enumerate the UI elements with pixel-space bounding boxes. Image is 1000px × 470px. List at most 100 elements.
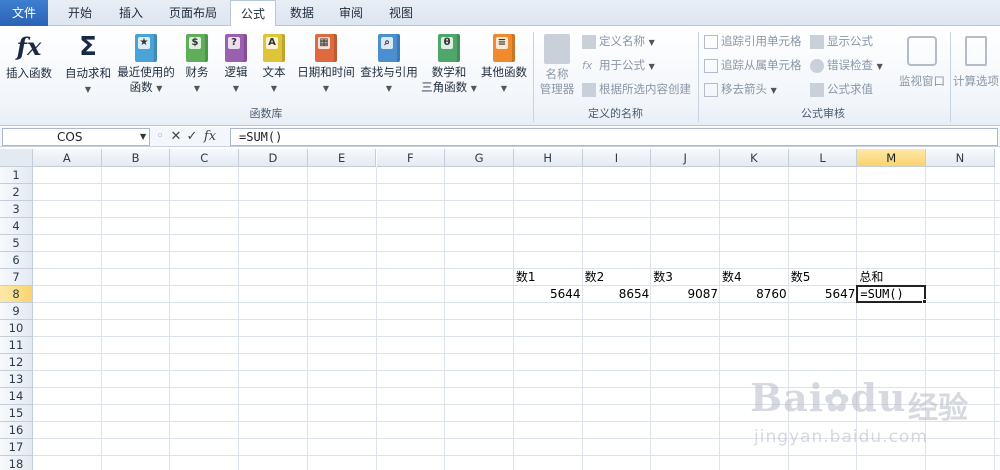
show-formulas-button[interactable]: 显示公式 [810, 30, 873, 52]
gridline-horizontal [33, 234, 1000, 235]
column-header-f[interactable]: F [376, 149, 446, 167]
cell-header-h7[interactable]: 数1 [514, 269, 583, 286]
define-name-button[interactable]: 定义名称 ▼ [582, 30, 655, 52]
column-header-m[interactable]: M [857, 149, 927, 167]
tab-view[interactable]: 视图 [378, 0, 424, 26]
insert-function-button[interactable]: fx 插入函数 [2, 30, 56, 81]
trace-dependents-icon [704, 58, 718, 73]
column-header-n[interactable]: N [926, 149, 995, 167]
cell-header-j7[interactable]: 数3 [651, 269, 720, 286]
name-manager-button[interactable]: 名称 管理器 [536, 30, 578, 97]
row-header-1[interactable]: 1 [0, 167, 33, 184]
more-functions-label: 其他函数 [481, 65, 527, 79]
cell-value-i8[interactable]: 8654 [583, 286, 652, 303]
tab-page-layout[interactable]: 页面布局 [158, 0, 228, 26]
formula-bar-buttons: ◦ ✕ ✓ fx [152, 128, 228, 146]
trace-precedents-button[interactable]: 追踪引用单元格 [704, 30, 802, 52]
trace-dependents-button[interactable]: 追踪从属单元格 [704, 54, 802, 76]
create-from-selection-button[interactable]: 根据所选内容创建 [582, 78, 691, 100]
row-header-16[interactable]: 16 [0, 422, 33, 439]
cell-value-j8[interactable]: 9087 [651, 286, 720, 303]
dropdown-caret-icon: ▼ [84, 85, 92, 94]
row-header-17[interactable]: 17 [0, 439, 33, 456]
financial-label: 财务 [185, 65, 209, 79]
formula-input[interactable]: =SUM() [230, 128, 998, 146]
row-header-5[interactable]: 5 [0, 235, 33, 252]
select-all-corner[interactable] [0, 149, 33, 167]
row-header-12[interactable]: 12 [0, 354, 33, 371]
fx-small-icon: fx [582, 58, 593, 72]
column-header-c[interactable]: C [170, 149, 240, 167]
row-header-3[interactable]: 3 [0, 201, 33, 218]
tab-review[interactable]: 审阅 [328, 0, 374, 26]
remove-arrows-button[interactable]: 移去箭头 ▼ [704, 78, 777, 100]
recently-used-button[interactable]: ★ 最近使用的 函数 ▼ [116, 30, 176, 96]
column-header-i[interactable]: I [582, 149, 652, 167]
enter-icon[interactable]: ✓ [184, 128, 200, 146]
column-header-b[interactable]: B [101, 149, 171, 167]
tab-data[interactable]: 数据 [280, 0, 324, 26]
row-header-14[interactable]: 14 [0, 388, 33, 405]
name-box[interactable]: COS [2, 128, 150, 146]
dropdown-caret-icon: ▼ [876, 62, 883, 71]
row-header-13[interactable]: 13 [0, 371, 33, 388]
column-header-j[interactable]: J [651, 149, 720, 167]
cell-value-h8[interactable]: 5644 [514, 286, 583, 303]
autosum-button[interactable]: Σ 自动求和 ▼ [60, 30, 116, 97]
cell-header-k7[interactable]: 数4 [720, 269, 789, 286]
cell-header-i7[interactable]: 数2 [583, 269, 652, 286]
financial-button[interactable]: $ 财务 ▼ [178, 30, 216, 96]
row-header-11[interactable]: 11 [0, 337, 33, 354]
row-header-10[interactable]: 10 [0, 320, 33, 337]
cell-value-l8[interactable]: 5647 [789, 286, 858, 303]
column-header-e[interactable]: E [307, 149, 377, 167]
name-box-dropdown-icon[interactable]: ▼ [140, 128, 150, 146]
cancel-icon[interactable]: ✕ [168, 128, 184, 146]
formula-bar-splitter-icon[interactable]: ◦ [152, 128, 168, 146]
active-cell-editor[interactable]: =SUM() [858, 286, 903, 303]
watch-window-button[interactable]: 监视窗口 [896, 30, 948, 89]
column-header-a[interactable]: A [33, 149, 102, 167]
row-header-4[interactable]: 4 [0, 218, 33, 235]
row-header-2[interactable]: 2 [0, 184, 33, 201]
gridline-horizontal [33, 200, 1000, 201]
column-header-g[interactable]: G [445, 149, 514, 167]
error-checking-button[interactable]: 错误检查 ▼ [810, 54, 883, 76]
row-header-7[interactable]: 7 [0, 269, 33, 286]
row-header-8[interactable]: 8 [0, 286, 33, 303]
row-header-15[interactable]: 15 [0, 405, 33, 422]
cell-value-k8[interactable]: 8760 [720, 286, 789, 303]
watermark-url: jingyan.baidu.com [754, 427, 928, 447]
math-trig-button[interactable]: θ 数学和 三角函数 ▼ [420, 30, 478, 96]
calculation-options-button[interactable]: 计算选项 [952, 30, 1000, 89]
column-header-k[interactable]: K [720, 149, 789, 167]
more-functions-button[interactable]: ≡ 其他函数 ▼ [478, 30, 530, 96]
tab-formulas[interactable]: 公式 [230, 0, 276, 27]
row-header-18[interactable]: 18 [0, 456, 33, 470]
fill-handle[interactable] [922, 299, 928, 304]
tab-file[interactable]: 文件 [0, 0, 48, 26]
datetime-button[interactable]: ▦ 日期和时间 ▼ [296, 30, 356, 96]
evaluate-formula-button[interactable]: 公式求值 [810, 78, 873, 100]
column-header-l[interactable]: L [788, 149, 858, 167]
lookup-reference-button[interactable]: ⌕ 查找与引用 ▼ [358, 30, 420, 96]
active-cell-m8[interactable]: =SUM() [856, 285, 927, 303]
column-header-d[interactable]: D [239, 149, 308, 167]
logical-button[interactable]: ? 逻辑 ▼ [218, 30, 254, 96]
row-header-6[interactable]: 6 [0, 252, 33, 269]
insert-function-label: 插入函数 [6, 66, 52, 80]
row-header-9[interactable]: 9 [0, 303, 33, 320]
cell-header-m7[interactable]: 总和 [857, 269, 926, 286]
group-label-function-library: 函数库 [249, 107, 283, 120]
text-functions-button[interactable]: A 文本 ▼ [256, 30, 292, 96]
tab-insert[interactable]: 插入 [108, 0, 154, 26]
column-header-h[interactable]: H [513, 149, 583, 167]
cell-header-l7[interactable]: 数5 [789, 269, 858, 286]
tab-home[interactable]: 开始 [56, 0, 104, 26]
evaluate-formula-label: 公式求值 [827, 82, 873, 96]
dropdown-caret-icon: ▼ [770, 86, 777, 95]
use-in-formula-button[interactable]: fx 用于公式 ▼ [582, 54, 655, 76]
dropdown-caret-icon: ▼ [270, 84, 278, 93]
insert-function-icon[interactable]: fx [200, 128, 220, 146]
text-functions-label: 文本 [262, 65, 286, 79]
